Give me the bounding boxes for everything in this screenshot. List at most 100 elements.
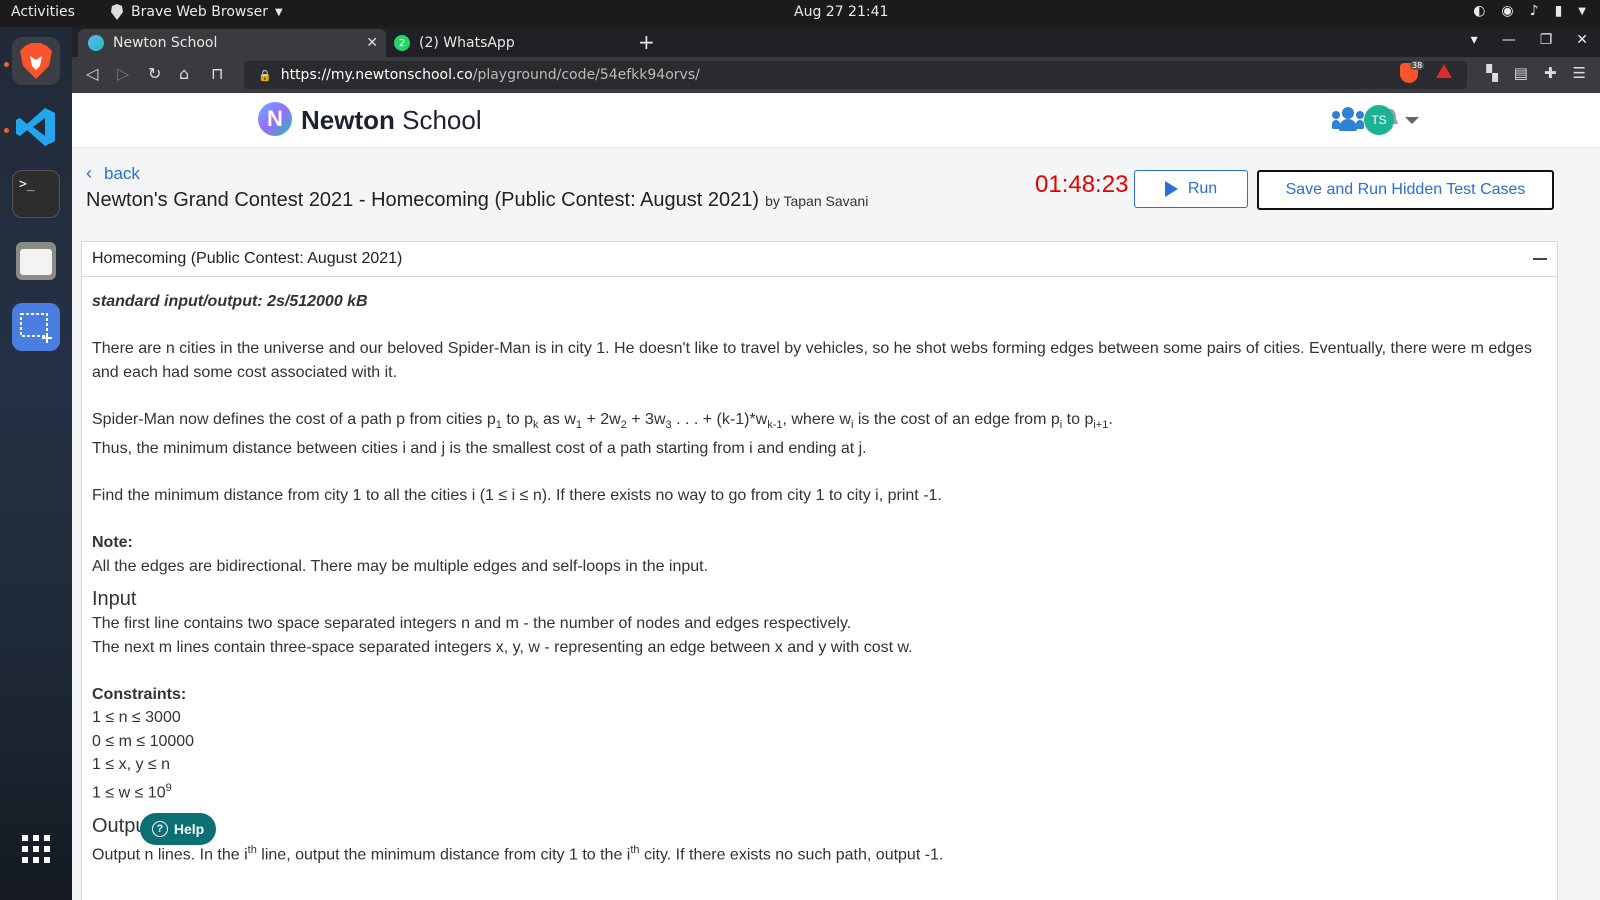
- whatsapp-favicon-icon: 2: [394, 35, 410, 51]
- chevron-left-icon: ‹: [86, 163, 92, 183]
- constraint-line: 1 ≤ x, y ≤ n: [92, 756, 171, 774]
- contest-author: by Tapan Savani: [765, 193, 869, 209]
- problem-title: Homecoming (Public Contest: August 2021): [92, 250, 403, 267]
- minimize-icon[interactable]: —: [1502, 32, 1516, 48]
- extensions-area: ▚ ▤ ✚ ☰: [1486, 64, 1586, 82]
- vscode-icon: [16, 108, 55, 146]
- constraints-label: Constraints:: [92, 685, 187, 703]
- caret-down-icon: ▼: [275, 6, 283, 18]
- contest-title-text: Newton's Grand Contest 2021 - Homecoming…: [86, 189, 760, 211]
- system-top-bar: Activities Brave Web Browser ▼ Aug 27 21…: [0, 0, 1600, 27]
- dock-brave-browser[interactable]: [12, 37, 60, 85]
- dock-vscode[interactable]: [12, 103, 60, 151]
- back-label: back: [104, 163, 140, 183]
- caret-down-icon: ▼: [1578, 5, 1586, 17]
- note-label: Note:: [92, 534, 133, 552]
- shields-count-badge: 38: [1410, 61, 1425, 70]
- contest-title: Newton's Grand Contest 2021 - Homecoming…: [86, 189, 868, 212]
- statement-paragraph: There are n cities in the universe and o…: [92, 340, 1532, 381]
- note-text: All the edges are bidirectional. There m…: [92, 557, 709, 575]
- application-dock: >_: [0, 27, 72, 900]
- address-bar[interactable]: 🔒 https://my.newtonschool.co /playground…: [244, 61, 1467, 89]
- tab-strip: Newton School ✕ 2 (2) WhatsApp + ▾ — ❐ ✕: [72, 27, 1600, 57]
- user-avatar[interactable]: TS: [1364, 105, 1394, 135]
- statement-paragraph: Thus, the minimum distance between citie…: [92, 440, 867, 458]
- problem-card-header: Homecoming (Public Contest: August 2021): [82, 242, 1557, 277]
- forward-nav-icon[interactable]: ▷: [117, 64, 129, 83]
- reload-icon[interactable]: ↻: [148, 64, 161, 83]
- window-controls: ▾ — ❐ ✕: [1471, 32, 1588, 48]
- back-nav-icon[interactable]: ◁: [86, 64, 98, 83]
- wifi-icon: ◉: [1501, 3, 1514, 19]
- brave-lion-icon: [111, 4, 123, 20]
- brand-rest: School: [402, 105, 482, 135]
- close-window-icon[interactable]: ✕: [1576, 32, 1588, 48]
- constraint-w: 1 ≤ w ≤ 10: [92, 784, 166, 802]
- close-tab-icon[interactable]: ✕: [366, 35, 378, 51]
- screenshot-icon: [20, 313, 52, 343]
- bookmark-icon[interactable]: ⊓: [211, 64, 223, 83]
- activities-button[interactable]: Activities: [11, 4, 75, 20]
- maximize-icon[interactable]: ❐: [1540, 32, 1553, 48]
- countdown-timer: 01:48:23: [1035, 171, 1129, 198]
- menu-icon[interactable]: ☰: [1573, 64, 1586, 82]
- run-button[interactable]: Run: [1134, 170, 1248, 208]
- page-content: N Newton School TS ‹ back Newton's Grand…: [72, 93, 1600, 900]
- tab-label: (2) WhatsApp: [419, 35, 515, 51]
- caret-down-icon[interactable]: [1405, 117, 1419, 124]
- tab-newton-school[interactable]: Newton School ✕: [78, 29, 386, 57]
- constraint-line: 0 ≤ m ≤ 10000: [92, 732, 195, 750]
- save-and-run-hidden-button[interactable]: Save and Run Hidden Test Cases: [1257, 170, 1554, 210]
- help-label: Help: [173, 821, 205, 837]
- run-label: Run: [1187, 180, 1218, 197]
- community-icon[interactable]: [1332, 107, 1364, 131]
- brand-bold: Newton: [301, 105, 395, 135]
- system-tray[interactable]: ◐ ◉ ♪ ▮ ▼: [1473, 3, 1586, 19]
- dock-screenshot[interactable]: [12, 303, 60, 351]
- home-icon[interactable]: ⌂: [179, 64, 189, 83]
- help-button[interactable]: ? Help: [140, 813, 216, 845]
- app-menu[interactable]: Brave Web Browser ▼: [110, 4, 283, 20]
- problem-statement: standard input/output: 2s/512000 kB Ther…: [82, 277, 1557, 879]
- app-menu-label: Brave Web Browser: [131, 4, 268, 20]
- io-spec: standard input/output: 2s/512000 kB: [92, 293, 368, 310]
- input-heading: Input: [92, 588, 137, 611]
- lock-icon: 🔒: [258, 68, 272, 82]
- site-brand[interactable]: Newton School: [301, 105, 482, 136]
- browser-toolbar: ◁ ▷ ↻ ⌂ ⊓ 🔒 https://my.newtonschool.co /…: [72, 57, 1600, 93]
- back-link[interactable]: ‹ back: [86, 163, 140, 184]
- extension-icon[interactable]: ▚: [1486, 64, 1498, 82]
- statement-paragraph: Find the minimum distance from city 1 to…: [92, 487, 942, 505]
- newton-logo-icon[interactable]: N: [258, 102, 292, 136]
- newton-favicon-icon: [88, 35, 104, 51]
- tab-whatsapp[interactable]: 2 (2) WhatsApp: [390, 29, 620, 57]
- problem-card: Homecoming (Public Contest: August 2021)…: [81, 241, 1558, 900]
- output-heading: Output: [92, 814, 153, 837]
- url-host: https://my.newtonschool.co: [280, 67, 473, 83]
- terminal-icon: >_: [19, 177, 35, 192]
- site-header: N Newton School TS: [72, 93, 1600, 148]
- input-line: The first line contains two space separa…: [92, 615, 852, 633]
- tab-search-icon[interactable]: ▾: [1471, 32, 1478, 48]
- running-indicator: [4, 62, 9, 67]
- show-applications-button[interactable]: [12, 825, 60, 873]
- question-icon: ?: [151, 821, 168, 837]
- volume-icon: ♪: [1529, 3, 1539, 19]
- output-line: Output n lines. In the ith line, output …: [92, 843, 944, 863]
- input-line: The next m lines contain three-space sep…: [92, 638, 913, 656]
- clock[interactable]: Aug 27 21:41: [794, 4, 888, 20]
- dock-files[interactable]: [12, 237, 60, 285]
- constraint-w-exponent: 9: [165, 781, 172, 794]
- cost-definition: Spider-Man now defines the cost of a pat…: [92, 410, 1113, 431]
- puzzle-icon[interactable]: ✚: [1544, 64, 1557, 82]
- constraint-line: 1 ≤ w ≤ 109: [92, 777, 1547, 805]
- network-sync-icon: ◐: [1473, 3, 1486, 19]
- running-indicator: [4, 128, 9, 133]
- play-icon: [1164, 181, 1178, 197]
- dock-terminal[interactable]: >_: [12, 170, 60, 218]
- wallet-icon[interactable]: ▤: [1514, 64, 1528, 82]
- collapse-icon[interactable]: [1533, 258, 1547, 260]
- new-tab-button[interactable]: +: [638, 30, 655, 54]
- url-path: /playground/code/54efkk94orvs/: [472, 67, 700, 83]
- brave-rewards-icon[interactable]: [1436, 64, 1452, 78]
